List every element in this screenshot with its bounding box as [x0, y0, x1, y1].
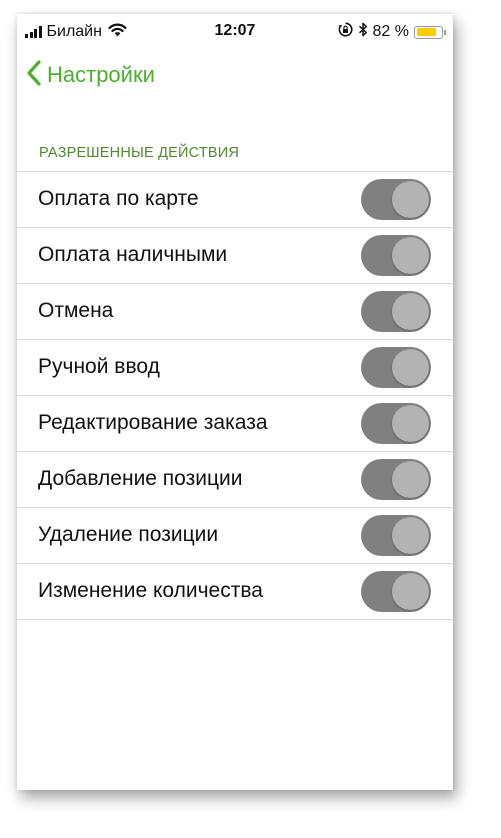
toggle-knob	[392, 349, 429, 386]
toggle-knob	[392, 405, 429, 442]
toggle-switch[interactable]	[361, 403, 431, 444]
toggle-switch[interactable]	[361, 515, 431, 556]
battery-icon	[414, 25, 446, 39]
toggle-switch[interactable]	[361, 459, 431, 500]
back-button-label: Настройки	[47, 62, 155, 87]
rotation-lock-icon	[338, 22, 353, 42]
list-item-label: Оплата наличными	[38, 243, 228, 266]
list-item: Оплата по карте	[17, 172, 453, 228]
list-item-label: Добавление позиции	[38, 467, 243, 490]
list-item-label: Оплата по карте	[38, 187, 199, 210]
list-item: Ручной ввод	[17, 340, 453, 396]
toggle-knob	[392, 293, 429, 330]
list-item-label: Изменение количества	[38, 579, 263, 602]
list-item: Оплата наличными	[17, 228, 453, 284]
battery-level-fill	[416, 28, 437, 36]
toggle-knob	[392, 573, 429, 610]
permissions-list: Оплата по карте Оплата наличными Отмена …	[17, 171, 453, 620]
section-header: РАЗРЕШЕННЫЕ ДЕЙСТВИЯ	[39, 145, 240, 161]
list-item: Отмена	[17, 284, 453, 340]
toggle-switch[interactable]	[361, 235, 431, 276]
back-button[interactable]: Настройки	[27, 58, 155, 92]
list-item: Изменение количества	[17, 564, 453, 620]
toggle-switch[interactable]	[361, 571, 431, 612]
bluetooth-icon	[358, 22, 368, 42]
list-item-label: Ручной ввод	[38, 355, 160, 378]
toggle-knob	[392, 181, 429, 218]
list-item: Редактирование заказа	[17, 396, 453, 452]
status-right: 82 %	[338, 22, 446, 42]
toggle-switch[interactable]	[361, 291, 431, 332]
phone-screen: Билайн 12:07 82 % Настройки РАЗРЕШЕННЫЕ …	[17, 14, 453, 790]
list-item-label: Редактирование заказа	[38, 411, 268, 434]
toggle-switch[interactable]	[361, 179, 431, 220]
toggle-knob	[392, 237, 429, 274]
list-item-label: Отмена	[38, 299, 114, 322]
list-item-label: Удаление позиции	[38, 523, 219, 546]
toggle-knob	[392, 517, 429, 554]
chevron-left-icon	[27, 59, 41, 91]
status-bar: Билайн 12:07 82 %	[17, 14, 453, 48]
list-item: Удаление позиции	[17, 508, 453, 564]
toggle-knob	[392, 461, 429, 498]
list-item: Добавление позиции	[17, 452, 453, 508]
toggle-switch[interactable]	[361, 347, 431, 388]
battery-percent: 82 %	[372, 23, 409, 40]
